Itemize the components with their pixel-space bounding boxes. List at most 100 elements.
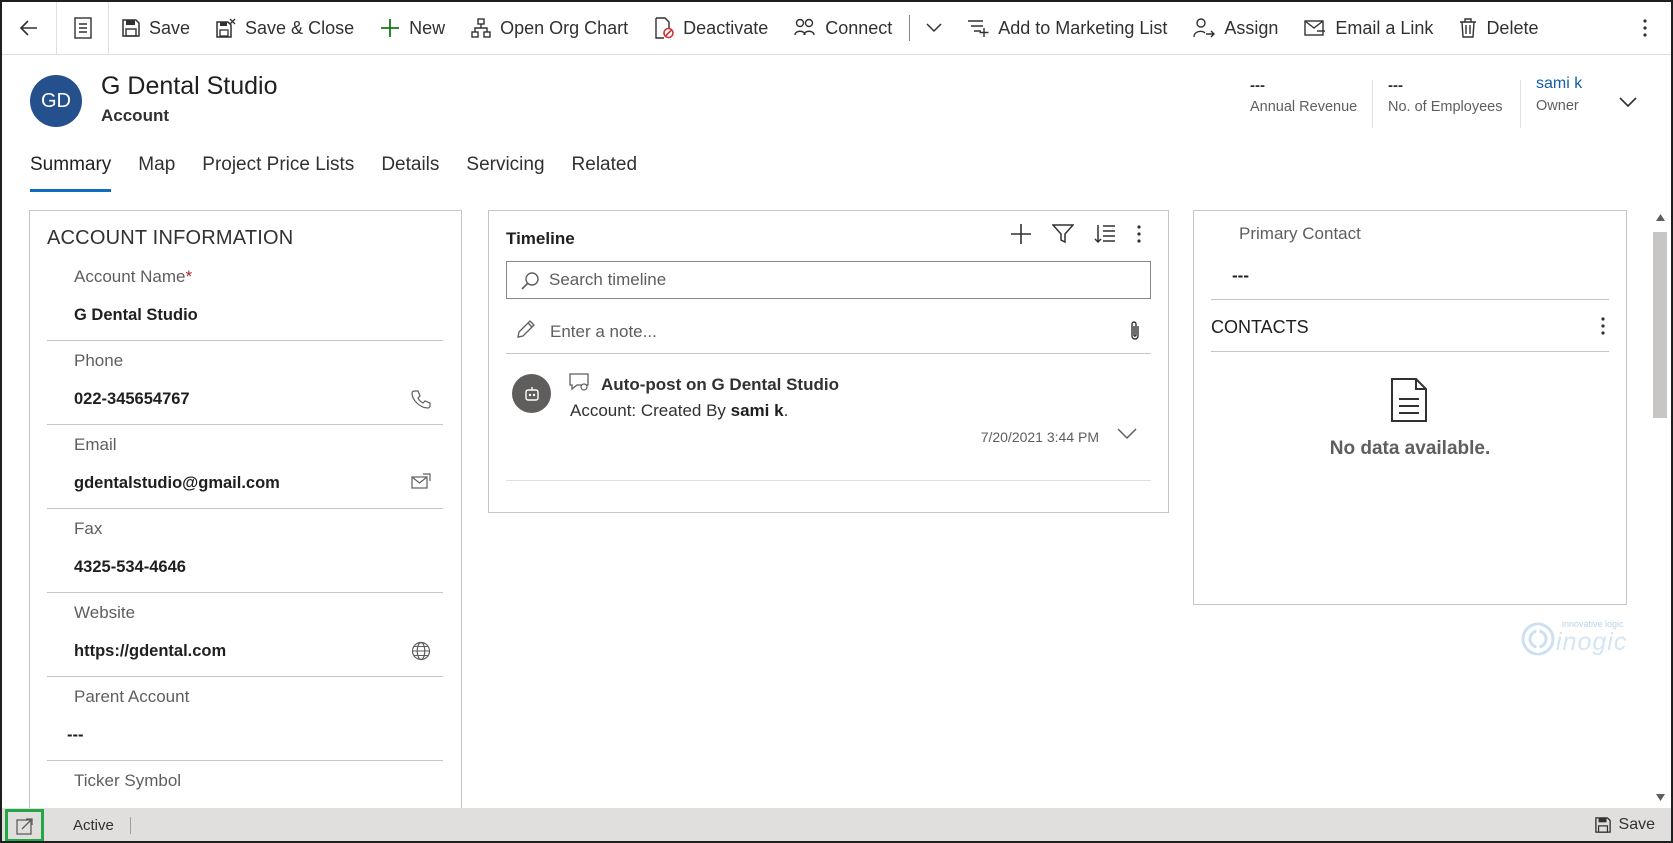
- connect-dropdown-button[interactable]: [914, 2, 954, 55]
- primary-contact-value[interactable]: ---: [1232, 266, 1249, 286]
- field-fax[interactable]: Fax 4325-534-4646: [47, 509, 443, 593]
- call-button[interactable]: [411, 389, 431, 414]
- plus-icon: [381, 19, 400, 37]
- deactivate-button[interactable]: Deactivate: [641, 2, 781, 55]
- page-scrollbar[interactable]: [1650, 210, 1670, 807]
- fax-value[interactable]: 4325-534-4646: [74, 558, 186, 577]
- timeline-post[interactable]: Auto-post on G Dental Studio Account: Cr…: [506, 363, 1151, 481]
- add-to-marketing-list-button[interactable]: Add to Marketing List: [954, 2, 1180, 55]
- post-date: 7/20/2021 3:44 PM: [980, 429, 1099, 445]
- save-close-button[interactable]: Save & Close: [203, 2, 367, 55]
- divider: [1211, 351, 1609, 352]
- required-indicator: *: [185, 267, 193, 286]
- website-label: Website: [74, 603, 136, 622]
- tab-summary[interactable]: Summary: [30, 154, 112, 192]
- tab-project-price-lists[interactable]: Project Price Lists: [202, 154, 354, 192]
- back-arrow-icon: [19, 20, 37, 36]
- field-email[interactable]: Email gdentalstudio@gmail.com: [47, 425, 443, 509]
- watermark-brand: inogic: [1556, 628, 1628, 656]
- delete-button[interactable]: Delete: [1446, 2, 1551, 55]
- expand-post-button[interactable]: [1117, 427, 1137, 445]
- field-website[interactable]: Website https://gdental.com: [47, 593, 443, 677]
- more-vertical-icon: [1643, 19, 1647, 37]
- parent-account-value[interactable]: ---: [67, 726, 83, 745]
- more-commands-button[interactable]: [1619, 2, 1671, 55]
- scrollbar-thumb[interactable]: [1653, 232, 1667, 418]
- timeline-title: Timeline: [506, 229, 575, 248]
- annual-revenue-label: Annual Revenue: [1250, 99, 1358, 115]
- scroll-down-icon[interactable]: [1656, 794, 1665, 801]
- save-button[interactable]: Save: [109, 2, 203, 55]
- email-value[interactable]: gdentalstudio@gmail.com: [74, 474, 280, 493]
- open-website-button[interactable]: [411, 641, 431, 666]
- form-selector-button[interactable]: [57, 2, 109, 55]
- account-name-label: Account Name: [74, 267, 186, 286]
- scroll-up-icon[interactable]: [1656, 214, 1665, 221]
- email-link-icon: [1304, 20, 1326, 36]
- timeline-search-input[interactable]: [549, 262, 1139, 298]
- open-in-new-window-button[interactable]: [5, 809, 44, 841]
- account-name-value[interactable]: G Dental Studio: [74, 306, 198, 325]
- note-composer[interactable]: Enter a note...: [506, 308, 1151, 354]
- sort-icon: [1094, 225, 1115, 244]
- chevron-down-icon: [1117, 428, 1137, 440]
- inogic-watermark: innovative logic inogic: [1520, 617, 1640, 659]
- connect-button[interactable]: Connect: [781, 2, 905, 55]
- header-expand-button[interactable]: [1619, 95, 1637, 113]
- save-icon: [122, 19, 140, 37]
- tab-map[interactable]: Map: [138, 154, 175, 192]
- sort-button[interactable]: [1094, 224, 1116, 249]
- open-org-chart-button[interactable]: Open Org Chart: [458, 2, 641, 55]
- new-button[interactable]: New: [367, 2, 458, 55]
- assign-icon: [1193, 18, 1216, 38]
- website-value[interactable]: https://gdental.com: [74, 642, 226, 661]
- field-label: Account Name*: [74, 267, 192, 287]
- empty-state-text: No data available.: [1329, 438, 1491, 459]
- create-timeline-record-button[interactable]: [1010, 223, 1032, 250]
- ticker-symbol-label: Ticker Symbol: [74, 771, 182, 790]
- phone-value[interactable]: 022-345654767: [74, 390, 190, 409]
- field-phone[interactable]: Phone 022-345654767: [47, 341, 443, 425]
- new-label: New: [409, 17, 446, 38]
- timeline-more-button[interactable]: [1136, 224, 1142, 249]
- timeline-search-box[interactable]: [506, 261, 1151, 299]
- phone-icon: [411, 390, 431, 409]
- timeline-panel: Timeline Enter a note...: [488, 210, 1169, 513]
- back-button[interactable]: [2, 2, 57, 55]
- record-title: G Dental Studio: [101, 72, 278, 100]
- header-field-annual-revenue: --- Annual Revenue: [1250, 77, 1357, 121]
- record-header: GD G Dental Studio Account --- Annual Re…: [2, 55, 1671, 145]
- attach-file-button[interactable]: [1129, 320, 1141, 347]
- contacts-more-button[interactable]: [1600, 316, 1606, 341]
- filter-button[interactable]: [1051, 224, 1075, 249]
- owner-link[interactable]: sami k: [1536, 75, 1582, 93]
- email-a-link-button[interactable]: Email a Link: [1291, 2, 1446, 55]
- post-body-text: Account: Created By: [570, 401, 731, 420]
- record-entity-type: Account: [101, 106, 169, 125]
- app-window: Save Save & Close New Open Org Chart Dea…: [0, 0, 1673, 843]
- expand-icon: [15, 817, 33, 835]
- org-chart-icon: [471, 18, 491, 38]
- post-title: Auto-post on G Dental Studio: [601, 375, 839, 394]
- assign-button[interactable]: Assign: [1180, 2, 1291, 55]
- plus-icon: [1011, 224, 1031, 244]
- connect-icon: [794, 18, 815, 36]
- filter-icon: [1051, 224, 1075, 244]
- field-parent-account[interactable]: Parent Account ---: [47, 677, 443, 761]
- field-account-name[interactable]: Account Name* G Dental Studio: [47, 257, 443, 341]
- save-icon: [1594, 817, 1611, 833]
- footer-save-button[interactable]: Save: [1594, 816, 1655, 834]
- tab-related[interactable]: Related: [572, 154, 638, 192]
- chevron-down-icon: [1619, 97, 1637, 108]
- parent-account-label: Parent Account: [74, 687, 190, 706]
- section-title: ACCOUNT INFORMATION: [47, 227, 294, 249]
- tab-servicing[interactable]: Servicing: [466, 154, 544, 192]
- note-placeholder[interactable]: Enter a note...: [550, 322, 657, 342]
- send-email-button[interactable]: [411, 473, 431, 496]
- more-vertical-icon: [1137, 225, 1141, 243]
- document-icon: [73, 17, 92, 39]
- email-icon: [411, 473, 431, 489]
- tab-details[interactable]: Details: [381, 154, 439, 192]
- post-type-icon: [569, 373, 589, 391]
- phone-label: Phone: [74, 351, 124, 370]
